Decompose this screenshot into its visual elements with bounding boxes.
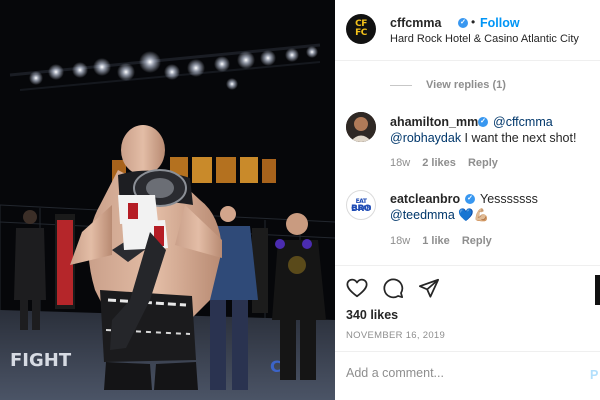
reply-button[interactable]: Reply (462, 235, 492, 247)
comment-username[interactable]: eatcleanbro (390, 192, 460, 206)
comment-meta: 18w 1 like Reply (390, 235, 501, 247)
comment-text: @robhaydak I want the next shot! (390, 129, 595, 147)
add-comment-input[interactable] (346, 366, 576, 380)
heart-icon[interactable] (346, 277, 368, 299)
likes-count[interactable]: 340 likes (346, 308, 398, 322)
comment-emoji: 💙💪🏼 (458, 208, 490, 222)
comment-likes[interactable]: 1 like (422, 235, 450, 247)
comment-icon[interactable] (382, 277, 404, 299)
post-header: CF FC cffcmma ✓ • Follow Hard Rock Hotel… (335, 0, 600, 61)
divider (335, 265, 600, 266)
post-date[interactable]: NOVEMBER 16, 2019 (346, 330, 445, 341)
photo-fighter-with-belt: FIGHT CF (0, 0, 335, 400)
avatar-photo (346, 112, 376, 142)
view-replies-button[interactable]: View replies (1) (426, 79, 506, 91)
post-comment-button[interactable]: P (590, 368, 598, 382)
comment-username[interactable]: ahamilton_mma (390, 115, 485, 129)
comment-likes[interactable]: 2 likes (422, 157, 456, 169)
verified-badge-icon: ✓ (465, 194, 475, 204)
commenter-avatar[interactable] (346, 112, 376, 142)
verified-badge-icon: ✓ (478, 117, 488, 127)
edge-artifact (595, 275, 600, 305)
comment-body: Yesssssss (480, 192, 538, 206)
author-avatar[interactable]: CF FC (346, 14, 376, 44)
post-side-panel: CF FC cffcmma ✓ • Follow Hard Rock Hotel… (335, 0, 600, 400)
avatar-logo-bottom: BRO (351, 204, 371, 214)
comment-age: 18w (390, 235, 411, 247)
comment-text: @teedmma 💙💪🏼 (390, 206, 595, 224)
share-icon[interactable] (418, 277, 440, 299)
location-link[interactable]: Hard Rock Hotel & Casino Atlantic City (390, 33, 579, 45)
follow-button[interactable]: Follow (480, 16, 520, 30)
separator-dot: • (471, 15, 476, 29)
author-logo-line2: FC (355, 28, 367, 38)
reply-button[interactable]: Reply (468, 157, 498, 169)
comment-body: I want the next shot! (461, 131, 577, 145)
comment-mention[interactable]: @teedmma (390, 208, 455, 222)
comment-age: 18w (390, 157, 411, 169)
comment-mention[interactable]: @cffcmma (493, 115, 553, 129)
author-username[interactable]: cffcmma (390, 16, 441, 30)
mat-text: FIGHT (10, 350, 72, 371)
post-photo[interactable]: FIGHT CF (0, 0, 335, 400)
commenter-avatar[interactable]: EAT CLEAN BRO (346, 190, 376, 220)
comment-mention[interactable]: @robhaydak (390, 131, 461, 145)
divider (335, 351, 600, 352)
comment-meta: 18w 2 likes Reply (390, 157, 507, 169)
verified-badge-icon: ✓ (458, 18, 468, 28)
replies-divider (390, 85, 412, 86)
